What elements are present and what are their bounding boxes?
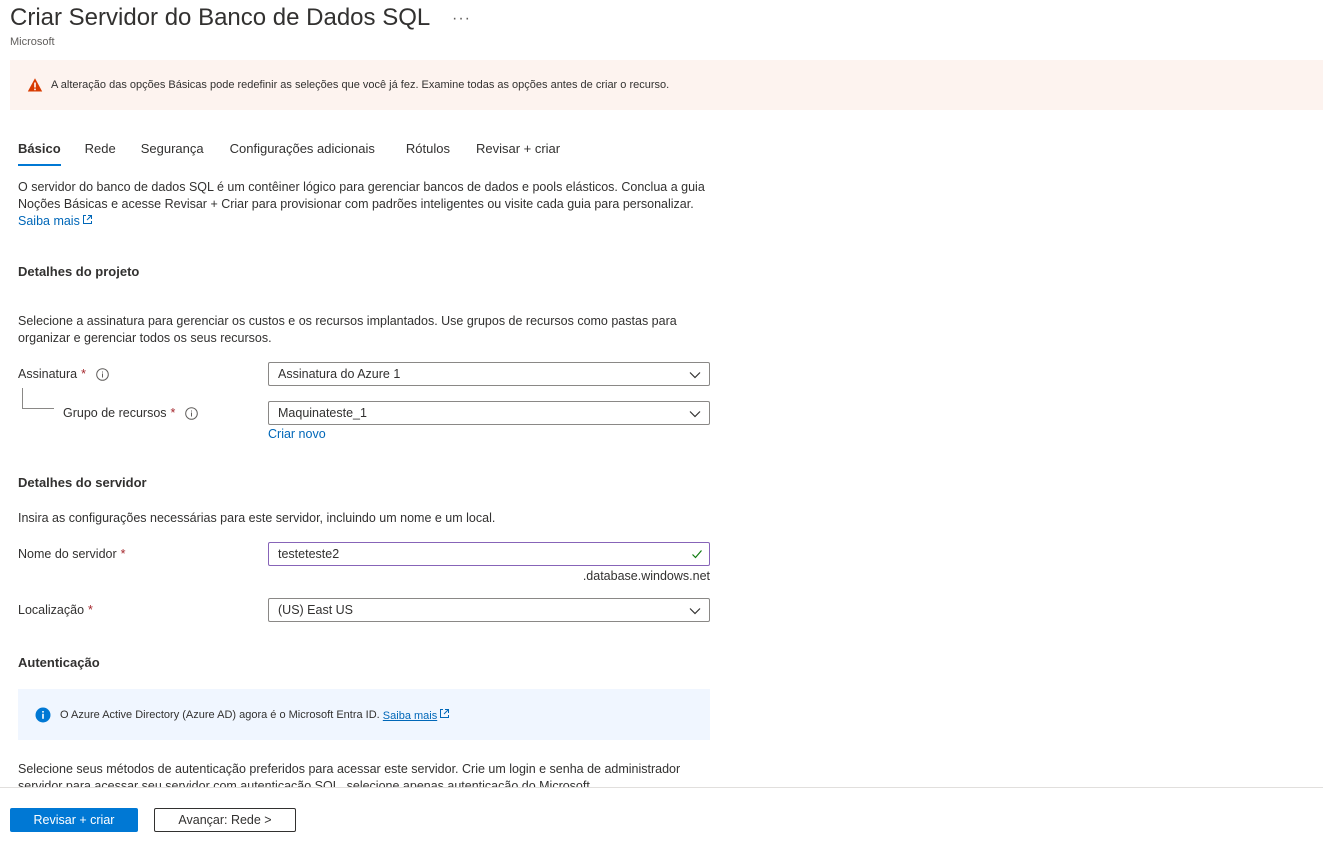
review-create-button[interactable]: Revisar + criar xyxy=(10,808,138,832)
intro-description: O servidor do banco de dados SQL é um co… xyxy=(18,179,718,230)
project-details-description: Selecione a assinatura para gerenciar os… xyxy=(18,314,677,345)
intro-text: O servidor do banco de dados SQL é um co… xyxy=(18,180,705,211)
entra-id-info-box: O Azure Active Directory (Azure AD) agor… xyxy=(18,689,710,740)
authentication-heading: Autenticação xyxy=(18,655,100,670)
create-new-link[interactable]: Criar novo xyxy=(268,427,326,441)
required-marker: * xyxy=(120,547,126,561)
location-dropdown[interactable]: (US) East US xyxy=(268,598,710,622)
location-value: (US) East US xyxy=(278,603,354,617)
info-filled-icon xyxy=(35,707,51,723)
server-details-heading: Detalhes do servidor xyxy=(18,475,147,490)
publisher-label: Microsoft xyxy=(10,36,55,48)
chevron-down-icon xyxy=(689,605,701,615)
external-link-icon xyxy=(439,708,450,719)
resource-group-dropdown[interactable]: Maquinateste_1 xyxy=(268,401,710,425)
entra-learn-more-link[interactable]: Saiba mais xyxy=(383,708,450,722)
server-name-label: Nome do servidor * xyxy=(18,547,126,561)
wizard-tabs: Básico Rede Segurança Configurações adic… xyxy=(18,140,560,166)
subscription-value: Assinatura do Azure 1 xyxy=(278,367,401,381)
warning-text: A alteração das opções Básicas pode rede… xyxy=(51,79,670,91)
tab-basico[interactable]: Básico xyxy=(18,140,61,166)
page-title: Criar Servidor do Banco de Dados SQL xyxy=(10,4,431,31)
chevron-down-icon xyxy=(689,408,701,418)
entra-id-info-text: O Azure Active Directory (Azure AD) agor… xyxy=(60,708,380,721)
next-rede-button[interactable]: Avançar: Rede > xyxy=(154,808,296,832)
resource-group-label: Grupo de recursos * xyxy=(63,406,199,420)
checkmark-icon xyxy=(691,548,703,560)
required-marker: * xyxy=(88,603,93,617)
info-icon[interactable] xyxy=(185,406,199,420)
required-marker: * xyxy=(81,367,86,381)
warning-banner: A alteração das opções Básicas pode rede… xyxy=(10,60,1323,110)
project-details-heading: Detalhes do projeto xyxy=(18,264,140,279)
server-details-description: Insira as configurações necessárias para… xyxy=(18,511,496,525)
tab-rotulos[interactable]: Rótulos xyxy=(406,140,450,166)
info-icon[interactable] xyxy=(96,367,109,381)
learn-more-link[interactable]: Saiba mais xyxy=(18,214,93,228)
server-name-value: testeteste2 xyxy=(278,547,340,561)
warning-icon xyxy=(27,77,43,93)
tab-seguranca[interactable]: Segurança xyxy=(141,140,204,166)
resource-group-value: Maquinateste_1 xyxy=(278,406,367,420)
chevron-down-icon xyxy=(689,369,701,379)
tree-connector xyxy=(22,388,54,409)
server-name-input[interactable]: testeteste2 xyxy=(268,542,710,566)
tab-revisar-criar[interactable]: Revisar + criar xyxy=(476,140,560,166)
external-link-icon xyxy=(82,213,93,224)
server-domain-suffix: .database.windows.net xyxy=(582,569,710,583)
required-marker: * xyxy=(170,406,176,420)
more-options-button[interactable]: ··· xyxy=(452,10,471,28)
location-label: Localização * xyxy=(18,603,93,617)
subscription-dropdown[interactable]: Assinatura do Azure 1 xyxy=(268,362,710,386)
footer-bar: Revisar + criar Avançar: Rede > xyxy=(0,787,1323,844)
tab-configuracoes-adicionais[interactable]: Configurações adicionais xyxy=(230,140,375,166)
tab-rede[interactable]: Rede xyxy=(85,140,116,166)
subscription-label: Assinatura * xyxy=(18,367,109,381)
